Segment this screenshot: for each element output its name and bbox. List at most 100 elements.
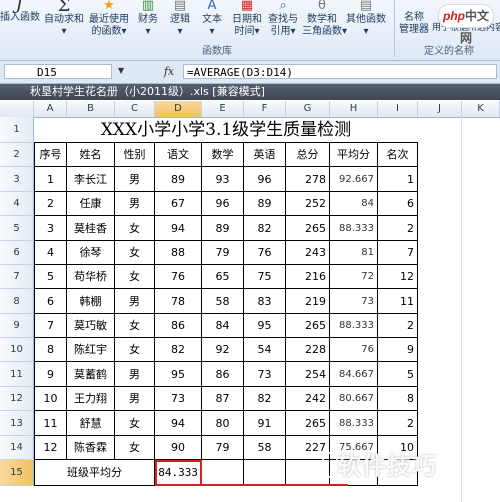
- table-cell[interactable]: 89: [202, 216, 244, 241]
- math-trig-button[interactable]: θ 数学和 三角函数▾: [302, 0, 347, 44]
- table-cell[interactable]: 李长江: [67, 167, 115, 192]
- table-cell[interactable]: 75: [244, 265, 286, 289]
- table-cell[interactable]: 莫巧敏: [67, 314, 115, 338]
- table-cell[interactable]: 任康: [67, 192, 115, 216]
- table-header-cell[interactable]: 名次: [378, 143, 418, 167]
- lookup-reference-button[interactable]: ⌕ 查找与 引用▾: [266, 0, 300, 44]
- sheet-title[interactable]: XXX小学小学3.1级学生质量检测: [34, 117, 418, 143]
- table-cell[interactable]: 58: [202, 289, 244, 314]
- table-cell[interactable]: 73: [155, 387, 202, 411]
- column-header-h[interactable]: H: [330, 101, 378, 117]
- row-header[interactable]: 15: [0, 460, 34, 486]
- more-functions-button[interactable]: ▤ 其他函数 ▾: [344, 0, 388, 44]
- table-cell[interactable]: 12: [378, 265, 418, 289]
- table-cell[interactable]: 8: [34, 338, 67, 362]
- table-cell[interactable]: 9: [34, 362, 67, 387]
- table-cell[interactable]: 93: [202, 167, 244, 192]
- row-header[interactable]: 5: [0, 216, 34, 241]
- empty-cell[interactable]: [202, 460, 244, 486]
- table-cell[interactable]: 82: [244, 216, 286, 241]
- table-cell[interactable]: 5: [34, 265, 67, 289]
- table-cell[interactable]: 79: [202, 241, 244, 265]
- table-cell[interactable]: 王力翔: [67, 387, 115, 411]
- row-header[interactable]: 2: [0, 143, 34, 167]
- table-cell[interactable]: 7: [378, 241, 418, 265]
- fx-icon[interactable]: fx: [160, 64, 178, 79]
- table-cell[interactable]: 82: [244, 387, 286, 411]
- table-cell[interactable]: 10: [34, 387, 67, 411]
- column-header-b[interactable]: B: [67, 101, 115, 117]
- table-cell[interactable]: 苟华桥: [67, 265, 115, 289]
- table-cell[interactable]: 88.333: [330, 411, 378, 436]
- autosum-button[interactable]: Σ 自动求和 ▾: [42, 0, 86, 44]
- table-cell[interactable]: 91: [244, 411, 286, 436]
- table-cell[interactable]: 89: [155, 167, 202, 192]
- formula-input[interactable]: =AVERAGE(D3:D14): [183, 64, 497, 79]
- table-cell[interactable]: 83: [244, 289, 286, 314]
- table-cell[interactable]: 韩棚: [67, 289, 115, 314]
- column-header-i[interactable]: I: [378, 101, 418, 117]
- table-cell[interactable]: 54: [244, 338, 286, 362]
- table-cell[interactable]: 7: [34, 314, 67, 338]
- table-cell[interactable]: 84.667: [330, 362, 378, 387]
- table-cell[interactable]: 12: [34, 436, 67, 460]
- table-cell[interactable]: 67: [155, 192, 202, 216]
- table-cell[interactable]: 84: [330, 192, 378, 216]
- row-header[interactable]: 10: [0, 338, 34, 362]
- table-cell[interactable]: 男: [115, 192, 155, 216]
- table-cell[interactable]: 96: [202, 192, 244, 216]
- table-cell[interactable]: 278: [286, 167, 330, 192]
- table-cell[interactable]: 87: [202, 387, 244, 411]
- table-cell[interactable]: 94: [155, 411, 202, 436]
- table-cell[interactable]: 舒慧: [67, 411, 115, 436]
- financial-button[interactable]: ▥ 财务 ▾: [134, 0, 162, 44]
- table-cell[interactable]: 72: [330, 265, 378, 289]
- table-header-cell[interactable]: 数学: [202, 143, 244, 167]
- table-cell[interactable]: 89: [244, 192, 286, 216]
- table-cell[interactable]: 265: [286, 314, 330, 338]
- row-header[interactable]: 9: [0, 314, 34, 338]
- name-box-dropdown-icon[interactable]: ▼: [118, 66, 124, 75]
- table-cell[interactable]: 228: [286, 338, 330, 362]
- empty-cell[interactable]: [244, 460, 286, 486]
- table-cell[interactable]: 3: [34, 216, 67, 241]
- table-cell[interactable]: 92.667: [330, 167, 378, 192]
- table-cell[interactable]: 莫桂香: [67, 216, 115, 241]
- table-cell[interactable]: 陈红宇: [67, 338, 115, 362]
- table-cell[interactable]: 陈香霖: [67, 436, 115, 460]
- row-header[interactable]: 12: [0, 387, 34, 411]
- text-functions-button[interactable]: A 文本 ▾: [198, 0, 226, 44]
- row-header[interactable]: 4: [0, 192, 34, 216]
- table-cell[interactable]: 76: [330, 338, 378, 362]
- row-header[interactable]: 14: [0, 436, 34, 460]
- table-cell[interactable]: 80.667: [330, 387, 378, 411]
- table-cell[interactable]: 96: [244, 167, 286, 192]
- column-header-j[interactable]: J: [418, 101, 462, 117]
- row-header[interactable]: 3: [0, 167, 34, 192]
- name-box[interactable]: D15: [4, 64, 112, 79]
- row-header[interactable]: 11: [0, 362, 34, 387]
- table-cell[interactable]: 242: [286, 387, 330, 411]
- recent-functions-button[interactable]: ★ 最近使用 的函数▾: [86, 0, 132, 44]
- table-cell[interactable]: 11: [378, 289, 418, 314]
- table-cell[interactable]: 265: [286, 411, 330, 436]
- select-all-corner[interactable]: [0, 101, 34, 117]
- table-cell[interactable]: 58: [244, 436, 286, 460]
- table-cell[interactable]: 76: [244, 241, 286, 265]
- table-cell[interactable]: 女: [115, 265, 155, 289]
- table-cell[interactable]: 88.333: [330, 216, 378, 241]
- table-cell[interactable]: 8: [378, 387, 418, 411]
- logical-button[interactable]: ▤ 逻辑 ▾: [166, 0, 194, 44]
- column-header-d[interactable]: D: [155, 101, 202, 117]
- table-cell[interactable]: 5: [378, 362, 418, 387]
- table-cell[interactable]: 86: [155, 314, 202, 338]
- table-cell[interactable]: 94: [155, 216, 202, 241]
- column-header-f[interactable]: F: [244, 101, 286, 117]
- table-cell[interactable]: 1: [34, 167, 67, 192]
- table-cell[interactable]: 88: [155, 241, 202, 265]
- insert-function-button[interactable]: ƒ 插入函数: [0, 0, 40, 44]
- table-cell[interactable]: 女: [115, 436, 155, 460]
- table-cell[interactable]: 243: [286, 241, 330, 265]
- table-cell[interactable]: 女: [115, 216, 155, 241]
- table-cell[interactable]: 80: [202, 411, 244, 436]
